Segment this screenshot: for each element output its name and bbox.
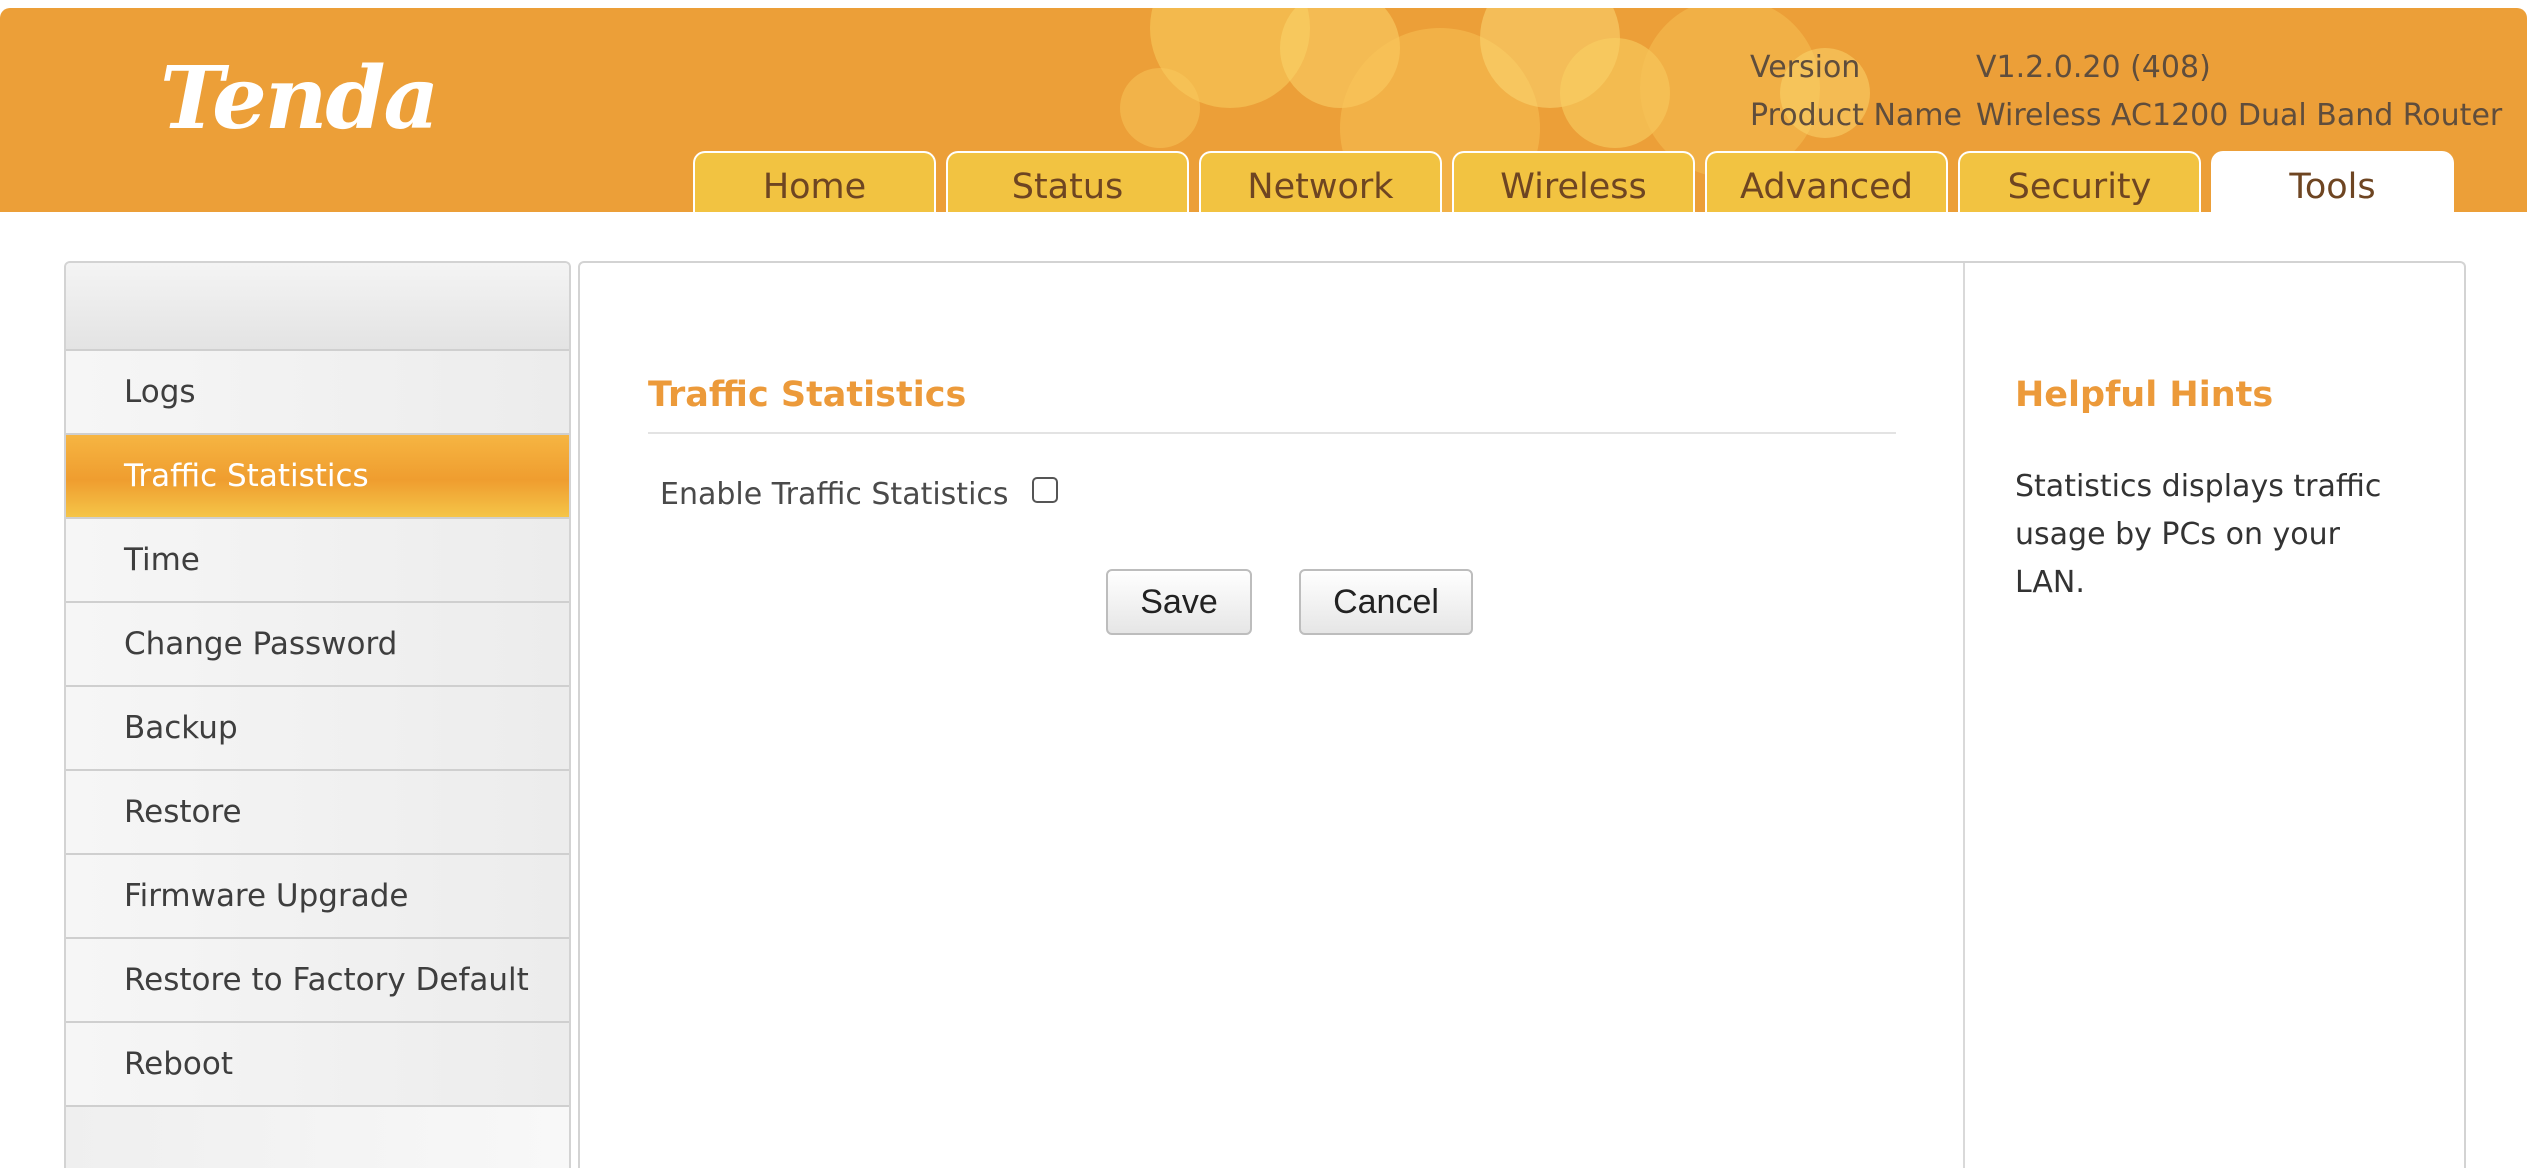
hints-divider (1963, 263, 1965, 1168)
save-button[interactable]: Save (1106, 569, 1252, 635)
helpful-hints-text: Statistics displays traffic usage by PCs… (2015, 469, 2382, 600)
page-title: Traffic Statistics (648, 375, 967, 415)
version-value: V1.2.0.20 (408) (1976, 50, 2211, 85)
sidebar-header (66, 263, 569, 351)
header-banner: Tenda Version V1.2.0.20 (408) Product Na… (0, 8, 2527, 212)
product-name-value: Wireless AC1200 Dual Band Router (1976, 98, 2503, 133)
header-decoration (1120, 68, 1200, 148)
product-name-label: Product Name (1750, 98, 1962, 133)
sidebar-item-restore-factory-default[interactable]: Restore to Factory Default (66, 939, 569, 1023)
sidebar-item-reboot[interactable]: Reboot (66, 1023, 569, 1107)
main-nav-tabs: Home Status Network Wireless Advanced Se… (693, 151, 2454, 212)
sidebar-item-traffic-statistics[interactable]: Traffic Statistics (66, 435, 569, 519)
sidebar-item-logs[interactable]: Logs (66, 351, 569, 435)
enable-traffic-statistics-label: Enable Traffic Statistics (660, 477, 1009, 512)
sidebar-item-restore[interactable]: Restore (66, 771, 569, 855)
tab-status[interactable]: Status (946, 151, 1189, 212)
sidebar-item-firmware-upgrade[interactable]: Firmware Upgrade (66, 855, 569, 939)
helpful-hints-title: Helpful Hints (2015, 375, 2274, 415)
tenda-logo: Tenda (160, 48, 439, 149)
enable-traffic-statistics-checkbox[interactable] (1032, 477, 1058, 503)
tab-tools[interactable]: Tools (2211, 151, 2454, 212)
tab-security[interactable]: Security (1958, 151, 2201, 212)
sidebar-item-change-password[interactable]: Change Password (66, 603, 569, 687)
tab-network[interactable]: Network (1199, 151, 1442, 212)
tab-home[interactable]: Home (693, 151, 936, 212)
sidebar-item-backup[interactable]: Backup (66, 687, 569, 771)
cancel-button[interactable]: Cancel (1299, 569, 1473, 635)
sidebar-item-time[interactable]: Time (66, 519, 569, 603)
content-panel: Traffic Statistics Enable Traffic Statis… (578, 261, 2466, 1168)
tab-wireless[interactable]: Wireless (1452, 151, 1695, 212)
tools-sidebar: Logs Traffic Statistics Time Change Pass… (64, 261, 571, 1168)
tab-advanced[interactable]: Advanced (1705, 151, 1948, 212)
title-divider (648, 432, 1896, 434)
version-label: Version (1750, 50, 1861, 85)
